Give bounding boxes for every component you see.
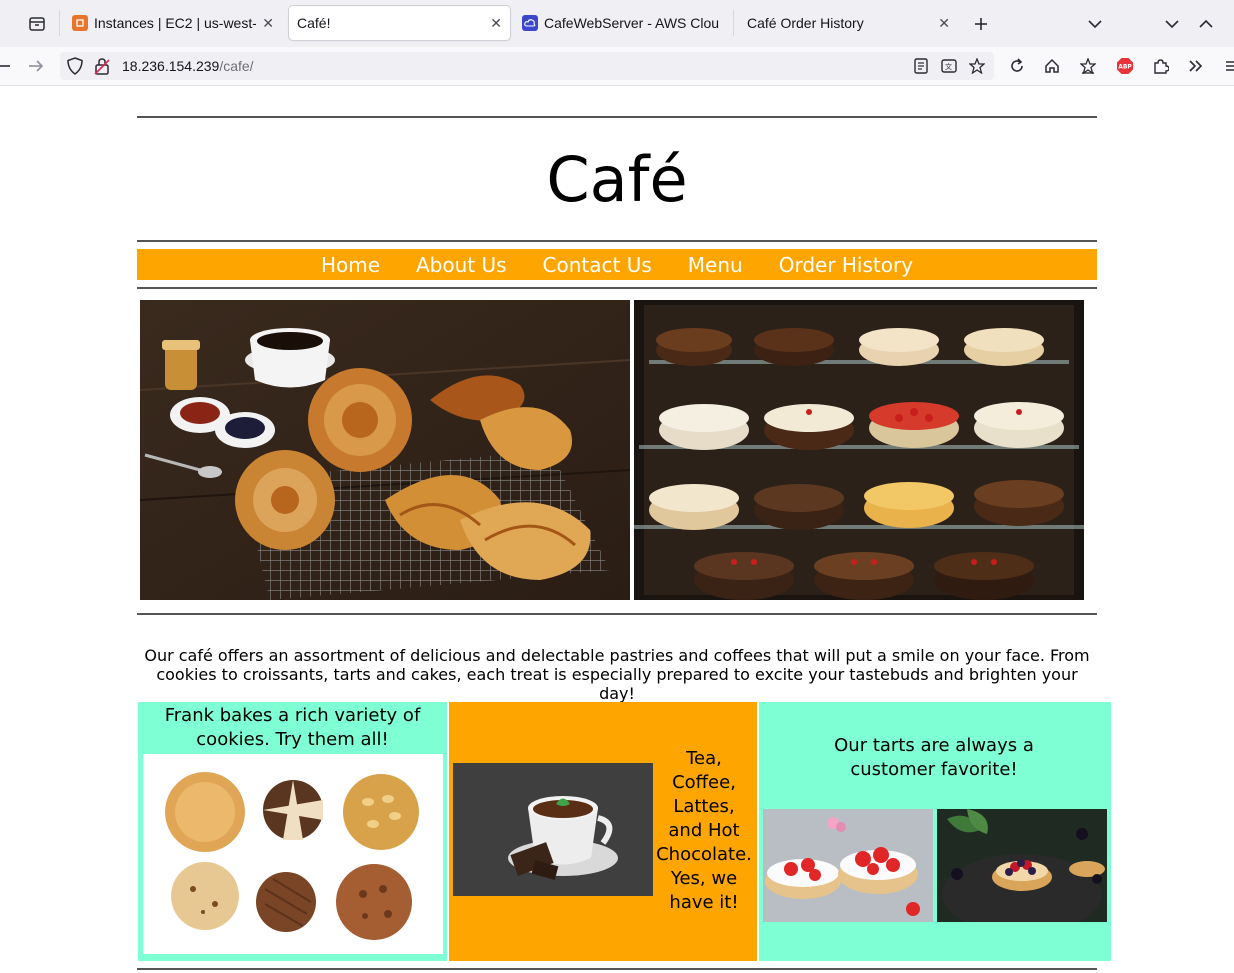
translate-icon[interactable]: 文	[940, 57, 958, 75]
strawberry-tarts-image	[763, 809, 933, 922]
cookies-image	[143, 754, 443, 954]
site-title: Café	[546, 143, 688, 216]
divider	[137, 240, 1097, 242]
nav-contact-us[interactable]: Contact Us	[543, 253, 652, 277]
close-icon[interactable]: ✕	[262, 15, 274, 32]
tab-title: Café Order History	[747, 15, 864, 31]
bookmarks-star-icon[interactable]	[1078, 56, 1098, 76]
overflow-chevrons-icon[interactable]	[1186, 56, 1206, 76]
cookies-card: Frank bakes a rich variety of cookies. T…	[138, 702, 447, 961]
shield-icon[interactable]	[66, 57, 84, 75]
adblock-icon[interactable]: ABP	[1115, 56, 1135, 76]
nav-home[interactable]: Home	[321, 253, 380, 277]
nav-menu[interactable]: Menu	[688, 253, 743, 277]
menu-icon[interactable]	[1224, 56, 1234, 76]
browser-tab-order-history[interactable]: Café Order History ✕	[739, 6, 958, 40]
hot-chocolate-image	[453, 763, 653, 896]
url-path: /cafe/	[219, 58, 254, 74]
url-text[interactable]: 18.236.154.239/cafe/	[122, 58, 254, 74]
tarts-card: Our tarts are always a customer favorite…	[759, 702, 1111, 961]
star-bookmark-icon[interactable]	[968, 57, 986, 75]
browser-tab-cafe[interactable]: Café! ✕	[289, 6, 510, 40]
tab-title: CafeWebServer - AWS Clou	[544, 15, 720, 31]
svg-text:文: 文	[945, 62, 952, 71]
url-host: 18.236.154.239	[122, 58, 220, 74]
divider	[137, 287, 1097, 289]
extensions-puzzle-icon[interactable]	[1151, 56, 1171, 76]
drinks-card: Tea, Coffee, Lattes, and Hot Chocolate. …	[449, 702, 757, 961]
reader-view-icon[interactable]	[912, 57, 930, 75]
list-all-tabs-icon[interactable]	[1084, 13, 1106, 35]
intro-paragraph: Our café offers an assortment of delicio…	[144, 646, 1090, 703]
browser-tab-ec2[interactable]: Instances | EC2 | us-west-2 ✕	[64, 6, 282, 40]
nav-about-us[interactable]: About Us	[416, 253, 507, 277]
cake-display-hero-image	[634, 300, 1084, 600]
tarts-card-text: Our tarts are always a customer favorite…	[834, 735, 1034, 780]
tab-title: Instances | EC2 | us-west-2	[94, 15, 257, 31]
address-bar[interactable]: 18.236.154.239/cafe/ 文	[60, 52, 994, 80]
close-icon[interactable]: ✕	[938, 15, 950, 32]
close-icon[interactable]: ✕	[490, 15, 502, 32]
browser-tab-strip: Instances | EC2 | us-west-2 ✕ Café! ✕ Ca…	[0, 0, 1234, 48]
divider	[137, 613, 1097, 615]
pastries-hero-image	[140, 300, 630, 600]
home-icon[interactable]	[1042, 56, 1062, 76]
new-tab-icon[interactable]	[970, 13, 992, 35]
divider	[137, 116, 1097, 118]
nav-order-history[interactable]: Order History	[779, 253, 913, 277]
browser-tab-cloud9[interactable]: CafeWebServer - AWS Clou	[514, 6, 732, 40]
aws-ec2-icon	[72, 15, 88, 31]
browser-toolbar: 18.236.154.239/cafe/ 文 ABP	[0, 47, 1234, 86]
drinks-card-text: Tea, Coffee, Lattes, and Hot Chocolate. …	[656, 748, 752, 913]
back-arrow-icon[interactable]	[0, 56, 12, 76]
forward-arrow-icon[interactable]	[26, 56, 46, 76]
insecure-lock-icon[interactable]	[93, 57, 111, 75]
tab-title: Café!	[297, 15, 331, 31]
aws-cloud9-icon	[522, 15, 538, 31]
reload-icon[interactable]	[1007, 56, 1027, 76]
cookies-card-text: Frank bakes a rich variety of cookies. T…	[164, 705, 421, 750]
chevron-up-icon[interactable]	[1195, 13, 1217, 35]
site-nav: Home About Us Contact Us Menu Order Hist…	[137, 249, 1097, 280]
berry-tarts-image	[937, 809, 1107, 922]
chevron-down-icon[interactable]	[1161, 13, 1183, 35]
tab-overview-icon[interactable]	[26, 13, 48, 35]
svg-text:ABP: ABP	[1118, 64, 1132, 71]
divider	[137, 968, 1097, 970]
